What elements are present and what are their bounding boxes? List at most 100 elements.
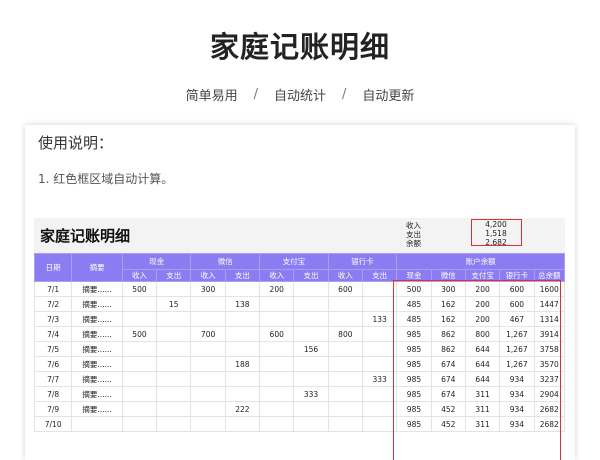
cell-balance[interactable]: 452 — [430, 416, 466, 432]
cell-expense[interactable] — [361, 416, 398, 432]
cell-balance[interactable]: 644 — [464, 341, 501, 357]
cell-balance[interactable]: 311 — [464, 416, 501, 432]
cell-expense[interactable] — [361, 341, 398, 357]
cell-income[interactable] — [327, 341, 364, 357]
cell-balance[interactable]: 200 — [464, 311, 501, 327]
cell-expense[interactable] — [293, 281, 329, 297]
cell-income[interactable] — [121, 416, 158, 432]
cell-balance[interactable]: 311 — [464, 401, 501, 417]
cell-memo[interactable]: 摘要...... — [71, 371, 123, 387]
cell-income[interactable]: 500 — [121, 281, 158, 297]
cell-balance[interactable]: 800 — [464, 326, 501, 342]
cell-balance[interactable]: 300 — [430, 281, 466, 297]
cell-income[interactable] — [259, 296, 295, 312]
cell-income[interactable] — [190, 296, 226, 312]
cell-balance[interactable]: 862 — [430, 326, 466, 342]
cell-balance[interactable]: 452 — [430, 401, 466, 417]
cell-income[interactable] — [259, 371, 295, 387]
cell-date[interactable]: 7/6 — [33, 356, 73, 372]
cell-balance[interactable]: 3914 — [533, 326, 566, 342]
cell-memo[interactable] — [71, 416, 123, 432]
cell-expense[interactable] — [156, 356, 192, 372]
cell-balance[interactable]: 985 — [396, 416, 432, 432]
cell-balance[interactable]: 1600 — [533, 281, 566, 297]
cell-balance[interactable]: 985 — [396, 356, 432, 372]
cell-balance[interactable]: 3237 — [533, 371, 566, 387]
cell-expense[interactable] — [293, 416, 329, 432]
cell-balance[interactable]: 600 — [499, 296, 535, 312]
cell-expense[interactable] — [361, 386, 398, 402]
cell-income[interactable] — [259, 311, 295, 327]
cell-balance[interactable]: 934 — [499, 416, 535, 432]
cell-income[interactable] — [121, 356, 158, 372]
cell-expense[interactable] — [293, 401, 329, 417]
cell-income[interactable] — [327, 371, 364, 387]
cell-income[interactable]: 300 — [190, 281, 226, 297]
cell-date[interactable]: 7/10 — [33, 416, 73, 432]
cell-balance[interactable]: 3570 — [533, 356, 566, 372]
cell-memo[interactable]: 摘要...... — [71, 356, 123, 372]
cell-expense[interactable]: 156 — [293, 341, 329, 357]
cell-expense[interactable] — [361, 401, 398, 417]
cell-balance[interactable]: 467 — [499, 311, 535, 327]
cell-expense[interactable] — [224, 371, 261, 387]
cell-expense[interactable] — [224, 386, 261, 402]
cell-income[interactable] — [327, 311, 364, 327]
cell-income[interactable] — [259, 356, 295, 372]
cell-expense[interactable]: 138 — [224, 296, 261, 312]
cell-balance[interactable]: 311 — [464, 386, 501, 402]
cell-balance[interactable]: 934 — [499, 386, 535, 402]
cell-expense[interactable]: 188 — [224, 356, 261, 372]
cell-income[interactable] — [327, 386, 364, 402]
cell-balance[interactable]: 985 — [396, 371, 432, 387]
cell-balance[interactable]: 500 — [396, 281, 432, 297]
cell-expense[interactable] — [156, 311, 192, 327]
cell-income[interactable] — [121, 341, 158, 357]
cell-balance[interactable]: 985 — [396, 341, 432, 357]
cell-income[interactable] — [259, 416, 295, 432]
cell-expense[interactable] — [224, 311, 261, 327]
cell-balance[interactable]: 200 — [464, 281, 501, 297]
cell-balance[interactable]: 600 — [499, 281, 535, 297]
cell-income[interactable] — [121, 371, 158, 387]
cell-balance[interactable]: 985 — [396, 401, 432, 417]
cell-date[interactable]: 7/2 — [33, 296, 73, 312]
cell-balance[interactable]: 985 — [396, 326, 432, 342]
cell-date[interactable]: 7/7 — [33, 371, 73, 387]
cell-expense[interactable] — [361, 296, 398, 312]
cell-balance[interactable]: 1447 — [533, 296, 566, 312]
cell-expense[interactable]: 333 — [361, 371, 398, 387]
cell-expense[interactable]: 333 — [293, 386, 329, 402]
cell-memo[interactable]: 摘要...... — [71, 326, 123, 342]
cell-expense[interactable] — [293, 371, 329, 387]
cell-income[interactable] — [190, 371, 226, 387]
cell-balance[interactable]: 1,267 — [499, 341, 535, 357]
cell-income[interactable] — [190, 416, 226, 432]
cell-balance[interactable]: 2682 — [533, 401, 566, 417]
cell-memo[interactable]: 摘要...... — [71, 401, 123, 417]
cell-expense[interactable] — [224, 281, 261, 297]
cell-income[interactable] — [259, 341, 295, 357]
cell-income[interactable]: 600 — [327, 281, 364, 297]
cell-memo[interactable]: 摘要...... — [71, 281, 123, 297]
cell-balance[interactable]: 485 — [396, 311, 432, 327]
cell-income[interactable] — [327, 401, 364, 417]
cell-expense[interactable] — [361, 281, 398, 297]
cell-balance[interactable]: 862 — [430, 341, 466, 357]
cell-income[interactable] — [190, 356, 226, 372]
cell-expense[interactable] — [293, 311, 329, 327]
cell-balance[interactable]: 644 — [464, 356, 501, 372]
cell-expense[interactable] — [361, 356, 398, 372]
cell-income[interactable]: 500 — [121, 326, 158, 342]
cell-income[interactable] — [259, 386, 295, 402]
cell-income[interactable]: 200 — [259, 281, 295, 297]
cell-income[interactable] — [190, 401, 226, 417]
cell-expense[interactable] — [224, 416, 261, 432]
cell-income[interactable]: 800 — [327, 326, 364, 342]
cell-income[interactable] — [259, 401, 295, 417]
cell-expense[interactable] — [156, 326, 192, 342]
cell-expense[interactable] — [156, 341, 192, 357]
cell-balance[interactable]: 674 — [430, 386, 466, 402]
cell-balance[interactable]: 674 — [430, 371, 466, 387]
cell-expense[interactable] — [156, 386, 192, 402]
